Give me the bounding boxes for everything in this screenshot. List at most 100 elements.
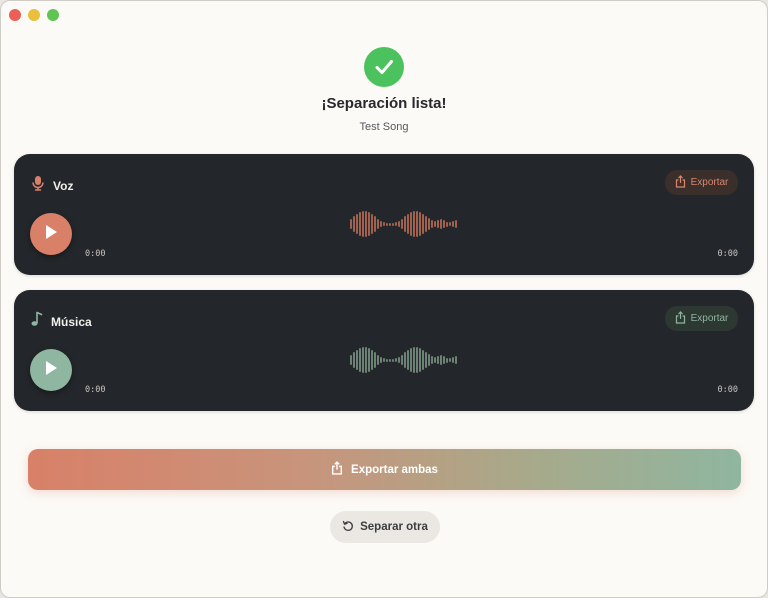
waveform-bar bbox=[389, 222, 391, 226]
waveform-bar bbox=[353, 352, 355, 368]
waveform-bar bbox=[356, 214, 358, 234]
share-icon bbox=[675, 310, 686, 327]
waveform-bar bbox=[401, 355, 403, 365]
waveform-bar bbox=[401, 219, 403, 229]
waveform-bar bbox=[404, 216, 406, 232]
share-icon bbox=[675, 174, 686, 191]
minimize-window-button[interactable] bbox=[28, 9, 40, 21]
export-label: Exportar bbox=[690, 313, 729, 324]
waveform-bar bbox=[353, 216, 355, 232]
waveform-bar bbox=[362, 347, 364, 373]
waveform-bar bbox=[437, 220, 439, 228]
current-time: 0:00 bbox=[85, 249, 106, 259]
waveform-bar bbox=[368, 212, 370, 236]
waveform-bar bbox=[443, 220, 445, 228]
waveform-bar bbox=[374, 216, 376, 232]
separate-another-label: Separar otra bbox=[360, 521, 428, 533]
waveform-bar bbox=[350, 355, 352, 365]
waveform-bar bbox=[377, 355, 379, 365]
waveform-bar bbox=[398, 357, 400, 363]
waveform-bar bbox=[413, 347, 415, 373]
waveform-bar bbox=[386, 222, 388, 226]
waveform-bar bbox=[386, 358, 388, 362]
duration: 0:00 bbox=[717, 385, 738, 395]
waveform-bar bbox=[365, 347, 367, 373]
waveform-bar bbox=[410, 212, 412, 236]
waveform-bar bbox=[395, 358, 397, 362]
waveform-bar bbox=[395, 222, 397, 226]
waveform-bar bbox=[431, 220, 433, 228]
waveform-bar bbox=[368, 348, 370, 372]
waveform-bar bbox=[416, 347, 418, 373]
waveform-bar bbox=[431, 356, 433, 364]
waveform-bar bbox=[422, 214, 424, 234]
track-label: Música bbox=[51, 314, 92, 329]
waveform-bar bbox=[398, 221, 400, 227]
waveform-bar bbox=[380, 357, 382, 363]
refresh-icon bbox=[342, 520, 354, 535]
waveform-bar bbox=[392, 358, 394, 362]
play-icon bbox=[44, 360, 58, 381]
waveform-bar bbox=[392, 222, 394, 226]
window-controls bbox=[9, 9, 59, 21]
status-title: ¡Separación lista! bbox=[321, 95, 447, 112]
waveform-bar bbox=[377, 219, 379, 229]
export-musica-button[interactable]: Exportar bbox=[665, 306, 738, 331]
waveform-bar bbox=[428, 218, 430, 230]
track-card-musica: Música Exportar 0:00 0:00 bbox=[14, 290, 754, 411]
play-icon bbox=[44, 224, 58, 245]
waveform-bar bbox=[350, 219, 352, 229]
waveform-bar bbox=[449, 358, 451, 362]
app-window: ¡Separación lista! Test Song Voz Exporta… bbox=[0, 0, 768, 598]
waveform-bar bbox=[359, 212, 361, 236]
waveform-bar bbox=[434, 221, 436, 227]
waveform[interactable] bbox=[350, 345, 480, 375]
close-window-button[interactable] bbox=[9, 9, 21, 21]
waveform-bar bbox=[380, 221, 382, 227]
waveform-bar bbox=[440, 355, 442, 365]
waveform-bar bbox=[452, 221, 454, 227]
play-musica-button[interactable] bbox=[30, 349, 72, 391]
waveform-bar bbox=[434, 357, 436, 363]
play-voz-button[interactable] bbox=[30, 213, 72, 255]
music-note-icon bbox=[31, 311, 43, 332]
waveform-bar bbox=[407, 214, 409, 234]
waveform-bar bbox=[371, 214, 373, 234]
export-both-label: Exportar ambas bbox=[351, 463, 438, 476]
waveform-bar bbox=[389, 358, 391, 362]
track-card-voz: Voz Exportar 0:00 0:00 bbox=[14, 154, 754, 275]
waveform[interactable] bbox=[350, 209, 480, 239]
waveform-bar bbox=[452, 357, 454, 363]
waveform-bar bbox=[446, 357, 448, 363]
waveform-bar bbox=[425, 216, 427, 232]
export-voz-button[interactable]: Exportar bbox=[665, 170, 738, 195]
waveform-bar bbox=[425, 352, 427, 368]
waveform-bar bbox=[416, 211, 418, 237]
waveform-bar bbox=[455, 356, 457, 364]
waveform-bar bbox=[374, 352, 376, 368]
waveform-bar bbox=[428, 354, 430, 366]
waveform-bar bbox=[356, 350, 358, 370]
waveform-bar bbox=[410, 348, 412, 372]
waveform-bar bbox=[413, 211, 415, 237]
waveform-bar bbox=[449, 222, 451, 226]
success-check-icon bbox=[364, 47, 404, 87]
waveform-bar bbox=[359, 348, 361, 372]
waveform-bar bbox=[443, 356, 445, 364]
track-label: Voz bbox=[53, 178, 74, 193]
zoom-window-button[interactable] bbox=[47, 9, 59, 21]
waveform-bar bbox=[422, 350, 424, 370]
separate-another-button[interactable]: Separar otra bbox=[330, 511, 440, 543]
track-header: Voz bbox=[31, 175, 73, 196]
waveform-bar bbox=[419, 348, 421, 372]
waveform-bar bbox=[440, 219, 442, 229]
waveform-bar bbox=[446, 221, 448, 227]
waveform-bar bbox=[362, 211, 364, 237]
waveform-bar bbox=[437, 356, 439, 364]
microphone-icon bbox=[31, 175, 45, 196]
waveform-bar bbox=[407, 350, 409, 370]
song-name: Test Song bbox=[359, 121, 409, 133]
export-both-button[interactable]: Exportar ambas bbox=[28, 449, 741, 490]
export-label: Exportar bbox=[690, 177, 729, 188]
share-icon bbox=[331, 461, 343, 478]
